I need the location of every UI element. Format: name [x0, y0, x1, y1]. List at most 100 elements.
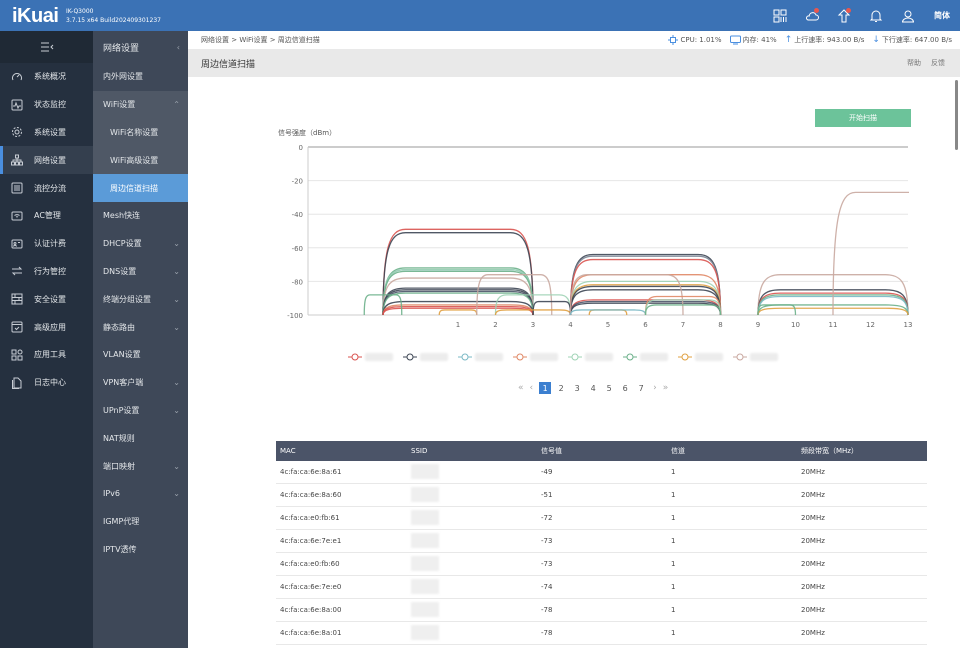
last-page-button[interactable]: »: [663, 383, 669, 393]
legend-label-redacted: [585, 353, 613, 361]
scan-results-table: MAC SSID 信号值 信道 频段带宽（MHz） 4c:fa:ca:6e:8a…: [276, 441, 927, 645]
page-button-5[interactable]: 5: [603, 382, 615, 394]
submenu-item-11[interactable]: VPN客户端 ⌄: [93, 369, 188, 397]
top-toolbar: 简体: [764, 0, 960, 31]
sidebar-item-9[interactable]: 高级应用: [0, 313, 93, 341]
next-page-button[interactable]: ›: [653, 383, 657, 393]
legend-item[interactable]: [568, 353, 613, 361]
submenu-item-12[interactable]: UPnP设置 ⌄: [93, 397, 188, 425]
cell-mac: 4c:fa:ca:e0:fb:60: [280, 560, 340, 568]
col-bandwidth[interactable]: 频段带宽（MHz）: [797, 446, 927, 456]
sidebar-item-label: 应用工具: [34, 350, 66, 360]
legend-item[interactable]: [678, 353, 723, 361]
page-button-6[interactable]: 6: [619, 382, 631, 394]
legend-item[interactable]: [623, 353, 668, 361]
sidebar-item-5[interactable]: AC管理: [0, 202, 93, 230]
collapse-menu-button[interactable]: [0, 31, 93, 63]
page-button-4[interactable]: 4: [587, 382, 599, 394]
submenu-item-1[interactable]: WiFi设置 ⌃: [93, 90, 188, 119]
legend-item[interactable]: [348, 353, 393, 361]
sidebar-item-7[interactable]: 行为管控: [0, 258, 93, 286]
submenu-item-label: 静态路由: [103, 322, 135, 332]
series-line: [588, 309, 628, 316]
user-icon[interactable]: [892, 0, 924, 31]
help-link[interactable]: 帮助: [907, 58, 921, 68]
chart-pager: « ‹ 1234567 › »: [518, 382, 668, 394]
cell-signal: -51: [541, 491, 553, 499]
legend-label-redacted: [365, 353, 393, 361]
sidebar-item-1[interactable]: 状态监控: [0, 91, 93, 119]
col-channel[interactable]: 信道: [667, 446, 797, 456]
first-page-button[interactable]: «: [518, 383, 524, 393]
legend-item[interactable]: [403, 353, 448, 361]
legend-item[interactable]: [458, 353, 503, 361]
chart-legend: [348, 353, 778, 361]
table-row: 4c:fa:ca:e0:fb:61 -72 1 20MHz: [276, 507, 927, 530]
channel-chart: 1 2 3 4 5 6 7 8 9 10 11 12 13 信号强度（dBm） 0 -20 -40 -60 -80-…: [258, 127, 918, 327]
language-switch[interactable]: 简体: [924, 10, 960, 21]
table-row: 4c:fa:ca:6e:7e:e0 -74 1 20MHz: [276, 576, 927, 599]
sidebar-item-11[interactable]: 日志中心: [0, 369, 93, 397]
cell-channel: 1: [671, 537, 676, 545]
sidebar-item-2[interactable]: 系统设置: [0, 119, 93, 147]
legend-item[interactable]: [513, 353, 558, 361]
submenu-item-8[interactable]: 终端分组设置 ⌄: [93, 285, 188, 313]
page-button-3[interactable]: 3: [571, 382, 583, 394]
sidebar-item-8[interactable]: 安全设置: [0, 285, 93, 313]
submenu-item-16[interactable]: IGMP代理: [93, 508, 188, 536]
plot-clip-right: [909, 127, 918, 316]
submenu-item-10[interactable]: VLAN设置: [93, 341, 188, 369]
submenu-item-3[interactable]: WiFi高级设置: [93, 146, 188, 175]
submenu-item-label: 端口映射: [103, 461, 135, 471]
chevron-down-icon: ⌄: [173, 294, 180, 304]
page-button-2[interactable]: 2: [555, 382, 567, 394]
col-signal[interactable]: 信号值: [537, 446, 667, 456]
start-scan-button[interactable]: 开始扫描: [815, 109, 911, 127]
sidebar-item-4[interactable]: 流控分流: [0, 174, 93, 202]
col-ssid[interactable]: SSID: [407, 447, 537, 455]
submenu-item-14[interactable]: 端口映射 ⌄: [93, 452, 188, 480]
page-button-1[interactable]: 1: [539, 382, 552, 394]
submenu-item-0[interactable]: 内外网设置: [93, 63, 188, 91]
apps-icon[interactable]: [764, 0, 796, 31]
page-scrollbar[interactable]: [955, 80, 958, 150]
submenu-item-5[interactable]: Mesh快连: [93, 202, 188, 230]
cell-ssid: [407, 624, 537, 642]
cell-mac: 4c:fa:ca:e0:fb:61: [280, 514, 340, 522]
bell-icon[interactable]: [860, 0, 892, 31]
wifi-ap-icon: [0, 210, 34, 222]
submenu-item-6[interactable]: DHCP设置 ⌄: [93, 230, 188, 258]
series-line: [382, 307, 534, 316]
page-button-7[interactable]: 7: [635, 382, 647, 394]
cloud-icon[interactable]: [796, 0, 828, 31]
x-tick-label: 10: [791, 321, 800, 327]
sidebar-item-label: 认证计费: [34, 239, 66, 249]
collapse-submenu-icon[interactable]: ‹: [177, 43, 180, 52]
sidebar-item-0[interactable]: 系统概况: [0, 63, 93, 91]
cell-bandwidth: 20MHz: [801, 468, 825, 476]
submenu-item-label: 内外网设置: [103, 72, 143, 82]
sidebar-item-10[interactable]: 应用工具: [0, 341, 93, 369]
ssid-redacted: [411, 601, 439, 617]
submenu-item-4[interactable]: 周边信道扫描: [93, 174, 188, 202]
col-mac[interactable]: MAC: [276, 447, 407, 455]
submenu-item-7[interactable]: DNS设置 ⌄: [93, 258, 188, 286]
sidebar-item-6[interactable]: 认证计费: [0, 230, 93, 258]
sidebar-item-3[interactable]: 网络设置: [0, 146, 93, 175]
cell-bandwidth: 20MHz: [801, 629, 825, 637]
legend-label-redacted: [420, 353, 448, 361]
submenu-item-9[interactable]: 静态路由 ⌄: [93, 313, 188, 341]
table-row: 4c:fa:ca:e0:fb:60 -73 1 20MHz: [276, 553, 927, 576]
submenu-item-2[interactable]: WiFi名称设置: [93, 118, 188, 147]
legend-label-redacted: [695, 353, 723, 361]
legend-marker-icon: [458, 353, 472, 361]
prev-page-button[interactable]: ‹: [530, 383, 534, 393]
submenu-item-label: DNS设置: [103, 266, 137, 276]
submenu-item-17[interactable]: IPTV透传: [93, 536, 188, 564]
feedback-link[interactable]: 反馈: [931, 58, 945, 68]
upgrade-icon[interactable]: [828, 0, 860, 31]
submenu-item-13[interactable]: NAT规则: [93, 424, 188, 452]
legend-item[interactable]: [733, 353, 778, 361]
plot-clip-left: [258, 127, 307, 316]
submenu-item-15[interactable]: IPv6 ⌄: [93, 480, 188, 508]
